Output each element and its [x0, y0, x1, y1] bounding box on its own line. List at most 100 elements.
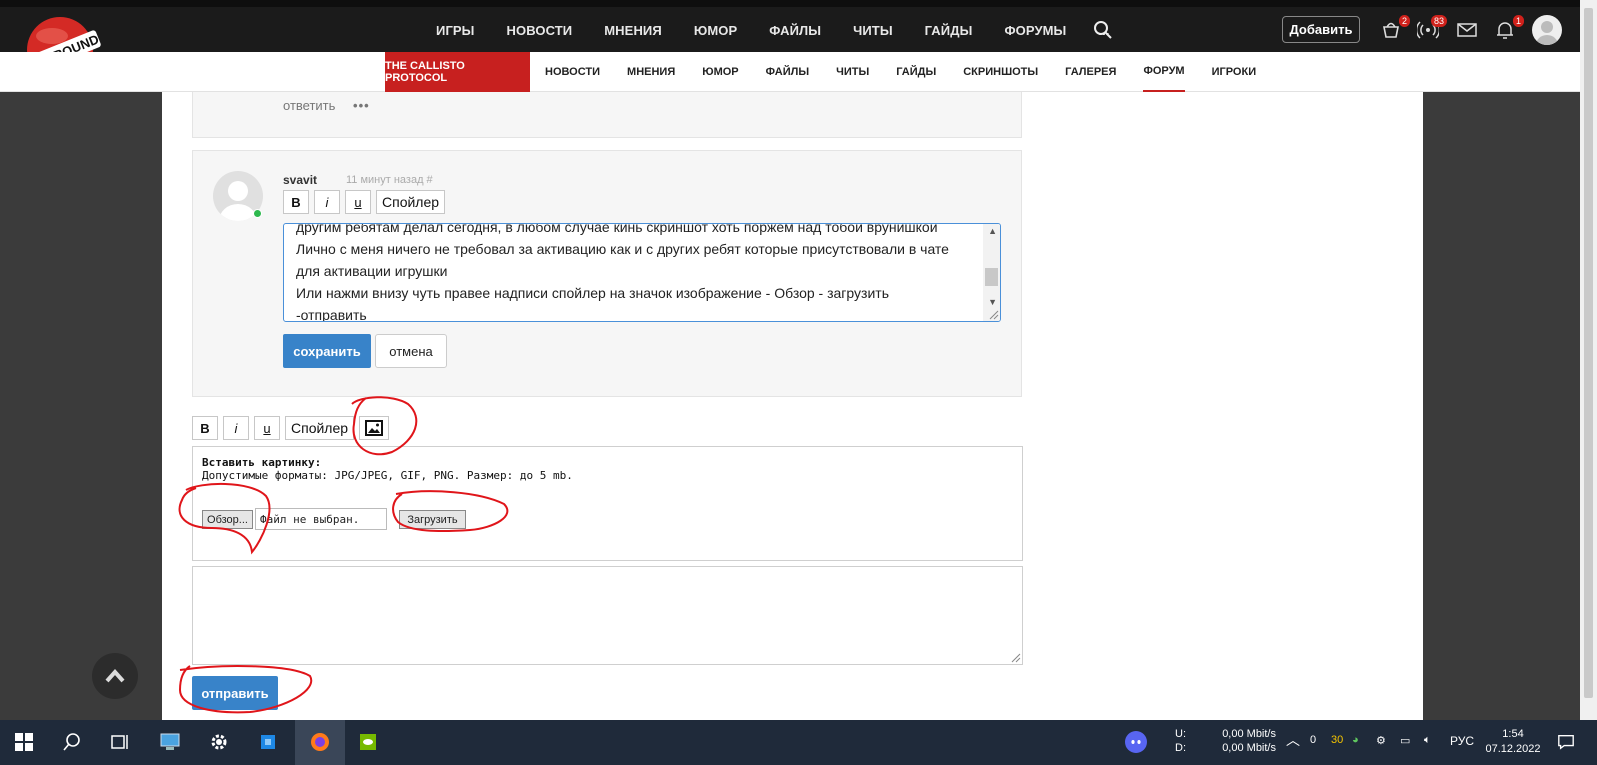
edit-line: Или нажми внизу чуть правее надписи спой… — [296, 285, 889, 301]
insert-image-button[interactable] — [359, 416, 390, 440]
subnav-items: НОВОСТИ МНЕНИЯ ЮМОР ФАЙЛЫ ЧИТЫ ГАЙДЫ СКР… — [545, 52, 1283, 92]
reply-textarea[interactable] — [192, 566, 1023, 665]
mail-icon[interactable] — [1456, 19, 1478, 41]
reply-spoiler-button[interactable]: Спойлер — [285, 416, 355, 440]
more-options-icon[interactable]: ••• — [353, 98, 370, 113]
net-values: 0,00 Mbit/s 0,00 Mbit/s — [1216, 727, 1276, 755]
nav-item-forums[interactable]: ФОРУМЫ — [1004, 23, 1066, 38]
edit-line: Лично с меня ничего не требовал за актив… — [296, 241, 949, 257]
windows-start-icon[interactable] — [10, 728, 38, 756]
comment-actions: ответить ••• — [283, 98, 370, 113]
tray-count-b: 30 — [1331, 734, 1344, 746]
steam-icon[interactable]: ⚙ — [1376, 734, 1386, 747]
subnav-item-cheats[interactable]: ЧИТЫ — [836, 52, 869, 92]
upload-label: U: — [1175, 728, 1186, 740]
nav-item-news[interactable]: НОВОСТИ — [507, 23, 573, 38]
broadcast-badge: 83 — [1430, 15, 1447, 27]
upload-speed: 0,00 Mbit/s — [1222, 728, 1276, 740]
language-indicator[interactable]: РУС — [1450, 734, 1474, 748]
comment-edit-textarea[interactable]: другим ребятам делал сегодня, в любом сл… — [283, 223, 1001, 322]
subnav-item-opinions[interactable]: МНЕНИЯ — [627, 52, 675, 92]
taskbar-search-icon[interactable] — [58, 728, 86, 756]
reply-format-toolbar: B i u Спойлер — [192, 416, 390, 440]
user-avatar[interactable] — [1532, 15, 1562, 45]
edit-line: другим ребятам делал сегодня, в любом сл… — [296, 223, 938, 235]
page-scrollbar-thumb[interactable] — [1584, 8, 1593, 698]
resize-grip-icon[interactable] — [987, 308, 999, 320]
firefox-icon[interactable] — [306, 728, 334, 756]
volume-icon[interactable]: 🔈︎ — [1424, 734, 1431, 747]
italic-button[interactable]: i — [314, 190, 340, 214]
online-status-dot — [253, 209, 262, 218]
cancel-button[interactable]: отмена — [375, 334, 447, 368]
tray-app-icon[interactable]: ◕ — [1352, 734, 1359, 746]
upload-title: Вставить картинку: — [202, 456, 322, 469]
send-button[interactable]: отправить — [192, 676, 278, 710]
scroll-up-icon[interactable]: ▲ — [988, 226, 997, 236]
action-center-icon[interactable] — [1552, 728, 1580, 756]
edit-line: -отправить — [296, 307, 367, 322]
subnav-item-gallery[interactable]: ГАЛЕРЕЯ — [1065, 52, 1116, 92]
nav-item-cheats[interactable]: ЧИТЫ — [853, 23, 893, 38]
broadcast-icon[interactable]: 83 — [1415, 15, 1447, 41]
edit-text: другим ребятам делал сегодня, в любом сл… — [296, 223, 976, 322]
upload-button[interactable]: Загрузить — [399, 510, 466, 529]
add-button[interactable]: Добавить — [1282, 16, 1360, 43]
task-view-icon[interactable] — [106, 728, 134, 756]
nav-item-files[interactable]: ФАЙЛЫ — [769, 23, 821, 38]
scroll-down-icon[interactable]: ▼ — [988, 297, 997, 307]
taskbar-clock[interactable]: 1:54 07.12.2022 — [1482, 727, 1544, 757]
nvidia-icon[interactable] — [354, 728, 382, 756]
reply-italic-button[interactable]: i — [223, 416, 249, 440]
page-scrollbar[interactable] — [1580, 0, 1597, 720]
file-status: Файл не выбран. — [255, 508, 387, 530]
nav-item-guides[interactable]: ГАЙДЫ — [925, 23, 973, 38]
spoiler-button[interactable]: Спойлер — [376, 190, 446, 214]
nav-item-humor[interactable]: ЮМОР — [694, 23, 737, 38]
comment-timestamp[interactable]: 11 минут назад # — [346, 174, 433, 186]
upload-formats: Допустимые форматы: JPG/JPEG, GIF, PNG. … — [202, 469, 573, 482]
remote-desktop-icon[interactable] — [156, 728, 184, 756]
reply-bold-button[interactable]: B — [192, 416, 218, 440]
subnav-item-humor[interactable]: ЮМОР — [702, 52, 738, 92]
underline-button[interactable]: u — [345, 190, 371, 214]
image-upload-box: Вставить картинку: Допустимые форматы: J… — [192, 446, 1023, 561]
reply-underline-button[interactable]: u — [254, 416, 280, 440]
subnav-item-guides[interactable]: ГАЙДЫ — [896, 52, 936, 92]
top-header: ИГРЫ НОВОСТИ МНЕНИЯ ЮМОР ФАЙЛЫ ЧИТЫ ГАЙД… — [0, 0, 1580, 52]
tray-chevron-up-icon[interactable]: ︿ — [1286, 730, 1300, 750]
cart-icon[interactable]: 2 — [1380, 15, 1410, 41]
previous-comment: ответить ••• — [192, 92, 1022, 138]
browse-button[interactable]: Обзор... — [202, 510, 253, 529]
discord-icon[interactable] — [1122, 728, 1150, 756]
comment-author[interactable]: svavit — [283, 173, 317, 187]
subnav-item-files[interactable]: ФАЙЛЫ — [766, 52, 809, 92]
windows-taskbar: U: D: 0,00 Mbit/s 0,00 Mbit/s ︿ 0 30 ◕ ⚙… — [0, 720, 1597, 765]
game-title-tab[interactable]: THE CALLISTO PROTOCOL — [385, 52, 530, 92]
chevron-up-icon — [105, 668, 125, 683]
scrollbar-thumb[interactable] — [985, 268, 998, 286]
subnav-item-news[interactable]: НОВОСТИ — [545, 52, 600, 92]
settings-gear-icon[interactable] — [205, 728, 233, 756]
scroll-to-top-button[interactable] — [92, 653, 138, 699]
game-subnav: THE CALLISTO PROTOCOL НОВОСТИ МНЕНИЯ ЮМО… — [0, 52, 1580, 92]
subnav-item-screenshots[interactable]: СКРИНШОТЫ — [963, 52, 1038, 92]
save-button[interactable]: сохранить — [283, 334, 371, 368]
reply-link[interactable]: ответить — [283, 98, 335, 113]
editing-comment: svavit 11 минут назад # B i u Спойлер др… — [192, 150, 1022, 397]
image-icon — [365, 420, 384, 436]
subnav-item-players[interactable]: ИГРОКИ — [1212, 52, 1257, 92]
edit-format-toolbar: B i u Спойлер — [283, 190, 446, 214]
subnav-item-forum[interactable]: ФОРУМ — [1143, 52, 1185, 92]
edit-line: для активации игрушки — [296, 263, 448, 279]
nav-item-opinions[interactable]: МНЕНИЯ — [604, 23, 662, 38]
network-icon[interactable]: ▭ — [1400, 734, 1410, 747]
bold-button[interactable]: B — [283, 190, 309, 214]
main-nav: ИГРЫ НОВОСТИ МНЕНИЯ ЮМОР ФАЙЛЫ ЧИТЫ ГАЙД… — [436, 16, 1142, 44]
resize-grip-icon[interactable] — [1009, 651, 1021, 663]
search-icon[interactable] — [1093, 20, 1113, 40]
nav-item-games[interactable]: ИГРЫ — [436, 23, 475, 38]
app-blue-chip-icon[interactable] — [254, 728, 282, 756]
bell-icon[interactable]: 1 — [1494, 15, 1524, 41]
textarea-scrollbar[interactable]: ▲ ▼ — [983, 224, 1000, 321]
